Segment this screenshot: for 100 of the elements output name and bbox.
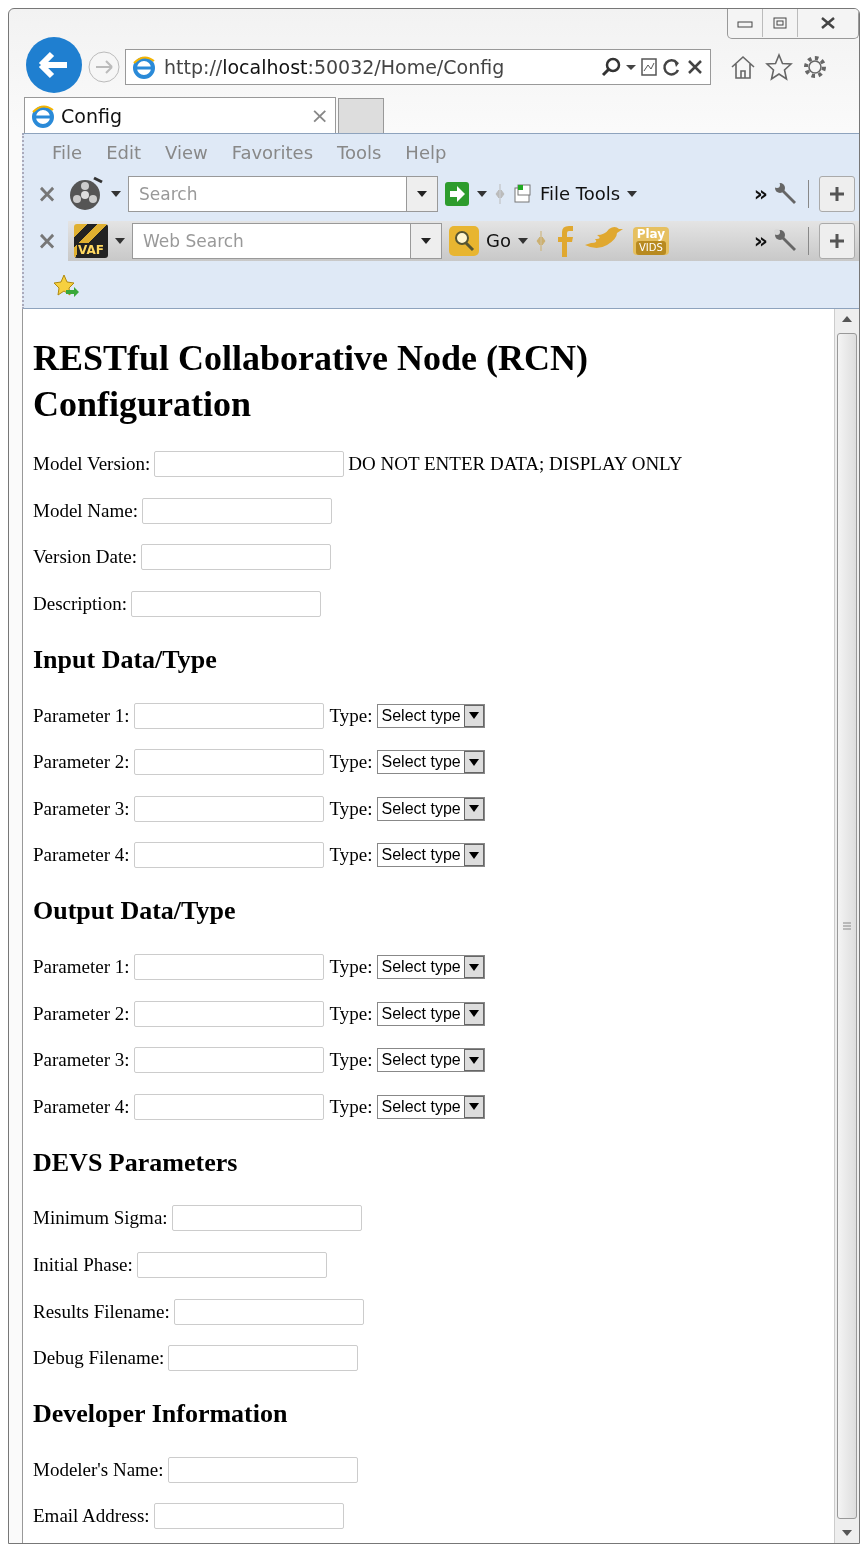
input-field[interactable] (136, 1252, 327, 1278)
input-field[interactable] (153, 1503, 344, 1530)
stop-icon[interactable] (686, 58, 704, 76)
input-field[interactable] (133, 702, 324, 729)
field-label: Parameter 4: (33, 844, 130, 867)
input-field[interactable] (168, 1345, 359, 1372)
field-label: Parameter 1: (33, 704, 130, 727)
type-label: Type: (329, 797, 373, 820)
caret-icon[interactable] (110, 189, 122, 198)
logo[interactable]: VAF (74, 223, 108, 258)
caret-icon (468, 712, 479, 720)
scroll-up-icon[interactable] (842, 315, 852, 323)
field-label: Minimum Sigma: (33, 1207, 168, 1230)
field-label: Parameter 4: (33, 1095, 130, 1118)
minimize-icon (737, 18, 753, 28)
input-field[interactable] (142, 497, 332, 524)
plus-icon (829, 232, 845, 249)
document-icon[interactable] (512, 182, 534, 205)
type-label: Type: (329, 956, 373, 979)
type-label: Type: (329, 1049, 373, 1072)
field-label: Parameter 2: (33, 1002, 130, 1025)
refresh-icon[interactable] (662, 57, 682, 77)
type-label: Type: (329, 704, 373, 727)
type-dropdown[interactable]: Select type (376, 843, 485, 868)
more-button[interactable]: » (753, 181, 768, 206)
caret-icon (468, 1103, 479, 1111)
scroll-down-icon[interactable] (842, 1529, 852, 1537)
input-field[interactable] (133, 1000, 324, 1027)
settings-icon[interactable] (801, 53, 829, 81)
compatibility-icon[interactable] (640, 57, 658, 77)
input-field[interactable] (133, 795, 324, 822)
scrollbar[interactable] (834, 309, 859, 1543)
type-dropdown[interactable]: Select type (376, 1048, 485, 1073)
back-button[interactable] (25, 36, 83, 94)
close-toolbar-button[interactable]: × (32, 226, 62, 255)
tab[interactable]: Config × (24, 97, 336, 133)
type-label: Type: (329, 844, 373, 867)
film-reel-icon[interactable] (68, 175, 104, 212)
add-button[interactable] (819, 222, 855, 259)
wrench-icon[interactable] (774, 228, 798, 253)
input-field[interactable] (133, 954, 324, 981)
forward-button[interactable] (87, 50, 121, 84)
field-label: Model Name: (33, 499, 138, 522)
caret-icon[interactable] (416, 189, 428, 198)
caret-icon (468, 1010, 479, 1018)
input-field[interactable] (130, 591, 321, 618)
field-label: Parameter 3: (33, 1049, 130, 1072)
type-dropdown[interactable]: Select type (376, 1001, 485, 1026)
type-dropdown[interactable]: Select type (376, 1094, 485, 1119)
caret-icon (468, 805, 479, 813)
close-tab-button[interactable]: × (310, 103, 329, 128)
section-heading: DEVS Parameters (33, 1147, 238, 1178)
search-icon[interactable] (600, 56, 622, 78)
input-field[interactable] (133, 749, 324, 776)
input-field[interactable] (133, 1093, 324, 1120)
type-dropdown[interactable]: Select type (376, 796, 485, 821)
grip-icon (843, 922, 851, 930)
caret-icon[interactable] (476, 189, 488, 198)
address-bar[interactable]: http://localhost:50032/Home/Config (125, 49, 711, 85)
more-button[interactable]: » (753, 228, 768, 253)
type-label: Type: (329, 751, 373, 774)
input-field[interactable] (133, 1047, 324, 1074)
go-button[interactable]: Go (486, 230, 511, 251)
caret-icon[interactable] (516, 236, 529, 245)
plus-icon (829, 185, 845, 202)
section-heading: Input Data/Type (33, 644, 217, 675)
browser-logo-icon (31, 103, 55, 128)
section-heading: Output Data/Type (33, 896, 236, 927)
caret-icon (468, 851, 479, 859)
field-label: Results Filename: (33, 1300, 170, 1323)
close-toolbar-button[interactable]: × (32, 179, 62, 208)
input-field[interactable] (133, 842, 324, 869)
caret-icon[interactable] (626, 189, 639, 198)
input-field[interactable] (171, 1205, 362, 1232)
caret-icon[interactable] (626, 63, 636, 71)
field-label: Description: (33, 593, 127, 616)
file-tools-menu[interactable]: File Tools (540, 183, 621, 204)
wrench-icon[interactable] (774, 181, 798, 206)
star-icon[interactable] (765, 53, 793, 81)
input-field[interactable] (173, 1298, 364, 1325)
caret-icon (468, 963, 479, 971)
add-button[interactable] (819, 175, 855, 212)
type-dropdown[interactable]: Select type (376, 750, 485, 775)
separator-handle-icon (534, 228, 547, 253)
new-tab-button[interactable] (338, 98, 384, 133)
home-icon[interactable] (729, 53, 757, 81)
input-field[interactable] (167, 1456, 358, 1483)
input-field[interactable] (154, 451, 345, 478)
input-field[interactable] (140, 544, 331, 571)
search-icon[interactable] (448, 224, 480, 257)
type-label: Type: (329, 1002, 373, 1025)
caret-icon[interactable] (420, 236, 432, 245)
caret-icon[interactable] (114, 236, 126, 245)
type-dropdown[interactable]: Select type (376, 955, 485, 980)
add-favorite-icon[interactable] (52, 273, 80, 299)
field-label: Parameter 1: (33, 956, 130, 979)
type-dropdown[interactable]: Select type (376, 703, 485, 728)
field-label: Parameter 3: (33, 797, 130, 820)
field-label: Parameter 2: (33, 751, 130, 774)
field-label: Initial Phase: (33, 1254, 133, 1276)
